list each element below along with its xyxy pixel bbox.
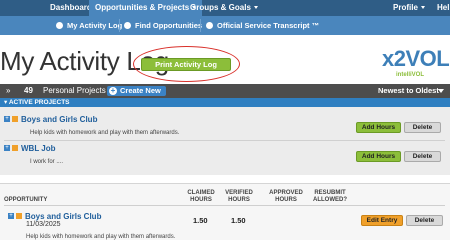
projects-bar: » 49 Personal Projects + Create New Newes…	[0, 84, 450, 98]
project-header: + Boys and Girls Club	[4, 114, 97, 124]
active-projects-label: ACTIVE PROJECTS	[8, 99, 70, 106]
claimed-hours-value: 1.50	[193, 216, 208, 225]
col-claimed-line2: HOURS	[190, 197, 212, 203]
chevron-down-icon	[420, 6, 425, 10]
opportunities-table: OPPORTUNITY CLAIMED HOURS VERIFIED HOURS A…	[0, 183, 450, 240]
col-claimed-line1: CLAIMED	[187, 190, 215, 196]
expand-icon[interactable]: +	[4, 116, 10, 122]
nav-dashboard[interactable]: Dashboard	[50, 0, 92, 16]
active-projects-panel: + Boys and Girls Club Help kids with hom…	[0, 107, 450, 175]
subnav-transcript-label: Official Service Transcript ™	[217, 21, 320, 30]
subnav-divider	[119, 19, 120, 32]
sort-select[interactable]: Newest to Oldest	[378, 84, 439, 98]
delete-button[interactable]: Delete	[404, 122, 441, 133]
project-description: Help kids with homework and play with th…	[30, 130, 180, 136]
opportunity-description: Help kids with homework and play with th…	[26, 234, 176, 240]
project-name[interactable]: Boys and Girls Club	[21, 115, 97, 124]
subnav-my-activity-log[interactable]: My Activity Log	[56, 16, 122, 35]
find-icon	[124, 22, 131, 29]
divider	[4, 140, 445, 141]
col-verified-line1: VERIFIED	[225, 190, 253, 196]
project-name[interactable]: WBL Job	[21, 144, 56, 153]
col-approved-line2: HOURS	[275, 197, 297, 203]
table-row: + Boys and Girls Club	[8, 211, 101, 221]
nav-opportunities-projects[interactable]: Opportunities & Projects	[89, 0, 203, 16]
col-approved-line1: APPROVED	[269, 190, 303, 196]
expand-icon[interactable]: +	[8, 213, 14, 219]
chevron-down-icon	[253, 6, 258, 10]
nav-groups-goals[interactable]: Groups & Goals	[190, 0, 258, 16]
print-activity-log-button[interactable]: Print Activity Log	[141, 58, 231, 71]
project-count: 49	[24, 86, 33, 95]
plus-icon: +	[109, 86, 117, 95]
col-resubmit-line1: RESUBMIT	[314, 190, 346, 196]
chevron-down-icon[interactable]	[438, 89, 444, 93]
delete-button[interactable]: Delete	[404, 151, 441, 162]
active-projects-header: ▾ ACTIVE PROJECTS	[0, 98, 450, 107]
expand-icon[interactable]: +	[4, 145, 10, 151]
project-header: + WBL Job	[4, 143, 56, 153]
subnav-divider	[200, 19, 201, 32]
col-claimed-hours: CLAIMED HOURS	[186, 190, 216, 204]
col-verified-line2: HOURS	[228, 197, 250, 203]
nav-help[interactable]: Hel	[437, 0, 449, 16]
nav-groups-label: Groups & Goals	[190, 3, 251, 12]
nav-profile-label: Profile	[393, 3, 418, 12]
verified-hours-value: 1.50	[231, 216, 246, 225]
create-new-label: Create New	[120, 86, 161, 95]
add-hours-button[interactable]: Add Hours	[356, 122, 401, 133]
opportunity-name[interactable]: Boys and Girls Club	[25, 212, 101, 221]
col-verified-hours: VERIFIED HOURS	[223, 190, 255, 204]
opportunity-icon	[16, 213, 22, 219]
subnav-find-label: Find Opportunities	[135, 21, 203, 30]
project-description: I work for ....	[30, 159, 64, 165]
transcript-icon	[206, 22, 213, 29]
subnav-activity-label: My Activity Log	[67, 21, 123, 30]
col-approved-hours: APPROVED HOURS	[268, 190, 304, 204]
subnav-official-transcript[interactable]: Official Service Transcript ™	[206, 16, 319, 35]
sub-nav: My Activity Log Find Opportunities Offic…	[0, 16, 450, 35]
nav-opportunities-label: Opportunities & Projects	[95, 3, 190, 12]
project-icon	[12, 116, 18, 122]
personal-projects-label: Personal Projects	[43, 86, 106, 95]
subnav-find-opportunities[interactable]: Find Opportunities	[124, 16, 202, 35]
col-opportunity: OPPORTUNITY	[4, 197, 48, 203]
col-resubmit-allowed: RESUBMIT ALLOWED?	[312, 190, 348, 204]
edit-entry-button[interactable]: Edit Entry	[361, 215, 403, 226]
project-icon	[12, 145, 18, 151]
create-new-button[interactable]: + Create New	[107, 86, 166, 96]
col-resubmit-line2: ALLOWED?	[313, 197, 347, 203]
x2vol-logo: x2VOL intelliVOL	[382, 46, 450, 82]
divider	[4, 205, 445, 206]
logo-main: x2VOL	[382, 46, 450, 71]
nav-profile[interactable]: Profile	[393, 0, 425, 16]
activity-log-icon	[56, 22, 63, 29]
delete-button[interactable]: Delete	[406, 215, 443, 226]
logo-sub: intelliVOL	[396, 72, 425, 78]
add-hours-button[interactable]: Add Hours	[356, 151, 401, 162]
opportunity-date: 11/03/2025	[26, 221, 61, 228]
top-nav: Dashboard Opportunities & Projects Group…	[0, 0, 450, 16]
collapse-arrows-icon[interactable]: »	[6, 84, 10, 98]
